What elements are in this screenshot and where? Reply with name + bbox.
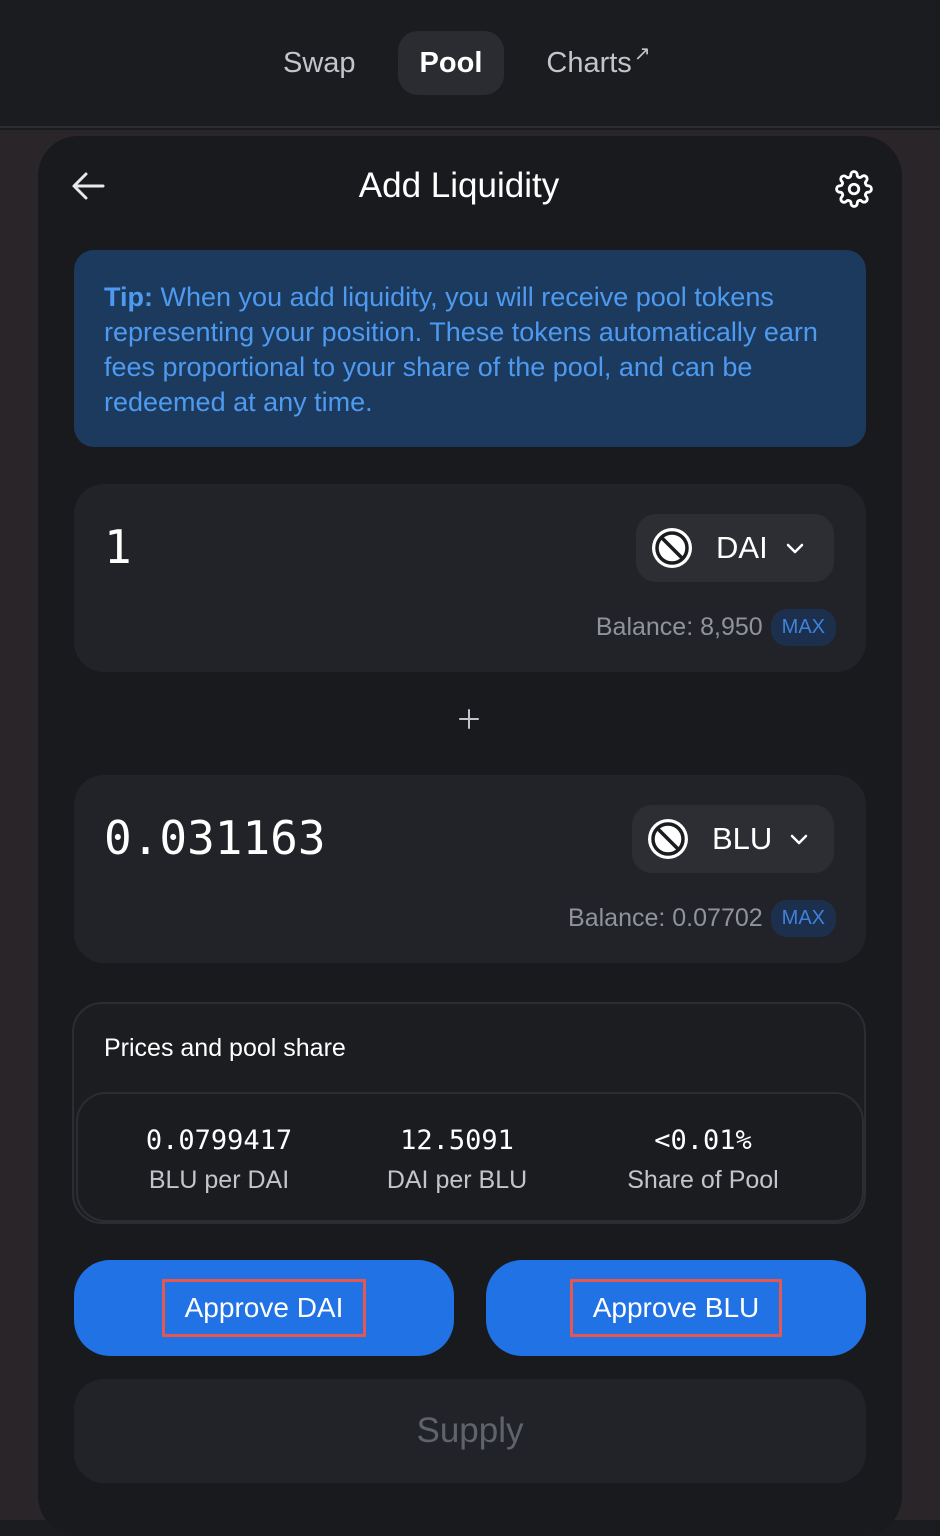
token-a-balance-row: Balance: 8,950 MAX xyxy=(596,609,836,646)
plus-icon xyxy=(454,704,484,734)
tab-charts[interactable]: Charts ↗ xyxy=(526,31,670,95)
token-b-unknown-icon xyxy=(648,819,688,859)
page-title: Add Liquidity xyxy=(358,166,560,205)
tip-text: When you add liquidity, you will receive… xyxy=(104,282,818,417)
token-b-balance-row: Balance: 0.07702 MAX xyxy=(568,900,836,937)
price-label: BLU per DAI xyxy=(148,1166,290,1194)
token-a-input-panel: DAI Balance: 8,950 MAX xyxy=(74,484,866,672)
prices-grid: 0.0799417 BLU per DAI 12.5091 DAI per BL… xyxy=(76,1092,864,1222)
chevron-down-icon xyxy=(791,834,808,845)
price-value: 0.0799417 xyxy=(145,1125,293,1156)
external-link-icon: ↗ xyxy=(633,42,651,65)
prices-title: Prices and pool share xyxy=(104,1034,346,1062)
price-label: DAI per BLU xyxy=(386,1166,528,1194)
price-value: 12.5091 xyxy=(400,1125,514,1156)
prices-and-pool-share: Prices and pool share 0.0799417 BLU per … xyxy=(72,1002,866,1224)
tip-label: Tip: xyxy=(104,282,153,312)
token-b-amount-input[interactable] xyxy=(104,803,584,873)
token-b-max-button[interactable]: MAX xyxy=(770,900,836,937)
token-a-symbol: DAI xyxy=(716,530,768,565)
tab-pool[interactable]: Pool xyxy=(397,31,505,95)
token-b-input-panel: BLU Balance: 0.07702 MAX xyxy=(74,775,866,963)
approve-dai-button[interactable]: Approve DAI xyxy=(74,1260,454,1356)
token-b-symbol: BLU xyxy=(712,821,773,856)
token-a-max-button[interactable]: MAX xyxy=(770,609,836,646)
card-header: Add Liquidity xyxy=(38,136,902,246)
chevron-down-icon xyxy=(786,543,803,554)
approve-dai-label: Approve DAI xyxy=(161,1279,367,1337)
add-liquidity-card: Add Liquidity Tip: When you add liquidit… xyxy=(38,136,902,1536)
gear-icon[interactable] xyxy=(834,169,874,209)
approve-blu-label: Approve BLU xyxy=(569,1279,783,1337)
top-navigation-bar: Swap Pool Charts ↗ xyxy=(0,0,940,128)
token-b-balance: Balance: 0.07702 xyxy=(568,904,763,932)
tip-banner: Tip: When you add liquidity, you will re… xyxy=(74,250,866,447)
token-a-select-button[interactable]: DAI xyxy=(636,514,834,582)
price-item: 12.5091 DAI per BLU xyxy=(352,1124,562,1198)
tab-swap-label: Swap xyxy=(283,46,356,79)
tab-charts-label: Charts xyxy=(546,46,632,79)
token-a-unknown-icon xyxy=(652,528,692,568)
price-item: <0.01% Share of Pool xyxy=(588,1124,818,1198)
price-value: <0.01% xyxy=(654,1125,752,1156)
token-a-amount-input[interactable] xyxy=(104,512,584,582)
token-a-balance: Balance: 8,950 xyxy=(595,613,763,641)
price-item: 0.0799417 BLU per DAI xyxy=(114,1124,324,1198)
nav-tabs: Swap Pool Charts ↗ xyxy=(263,31,671,95)
tab-pool-label: Pool xyxy=(419,46,483,79)
token-b-select-button[interactable]: BLU xyxy=(632,805,834,873)
tab-swap[interactable]: Swap xyxy=(263,31,376,95)
supply-button[interactable]: Supply xyxy=(74,1379,866,1483)
price-label: Share of Pool xyxy=(627,1166,779,1194)
approve-blu-button[interactable]: Approve BLU xyxy=(486,1260,866,1356)
